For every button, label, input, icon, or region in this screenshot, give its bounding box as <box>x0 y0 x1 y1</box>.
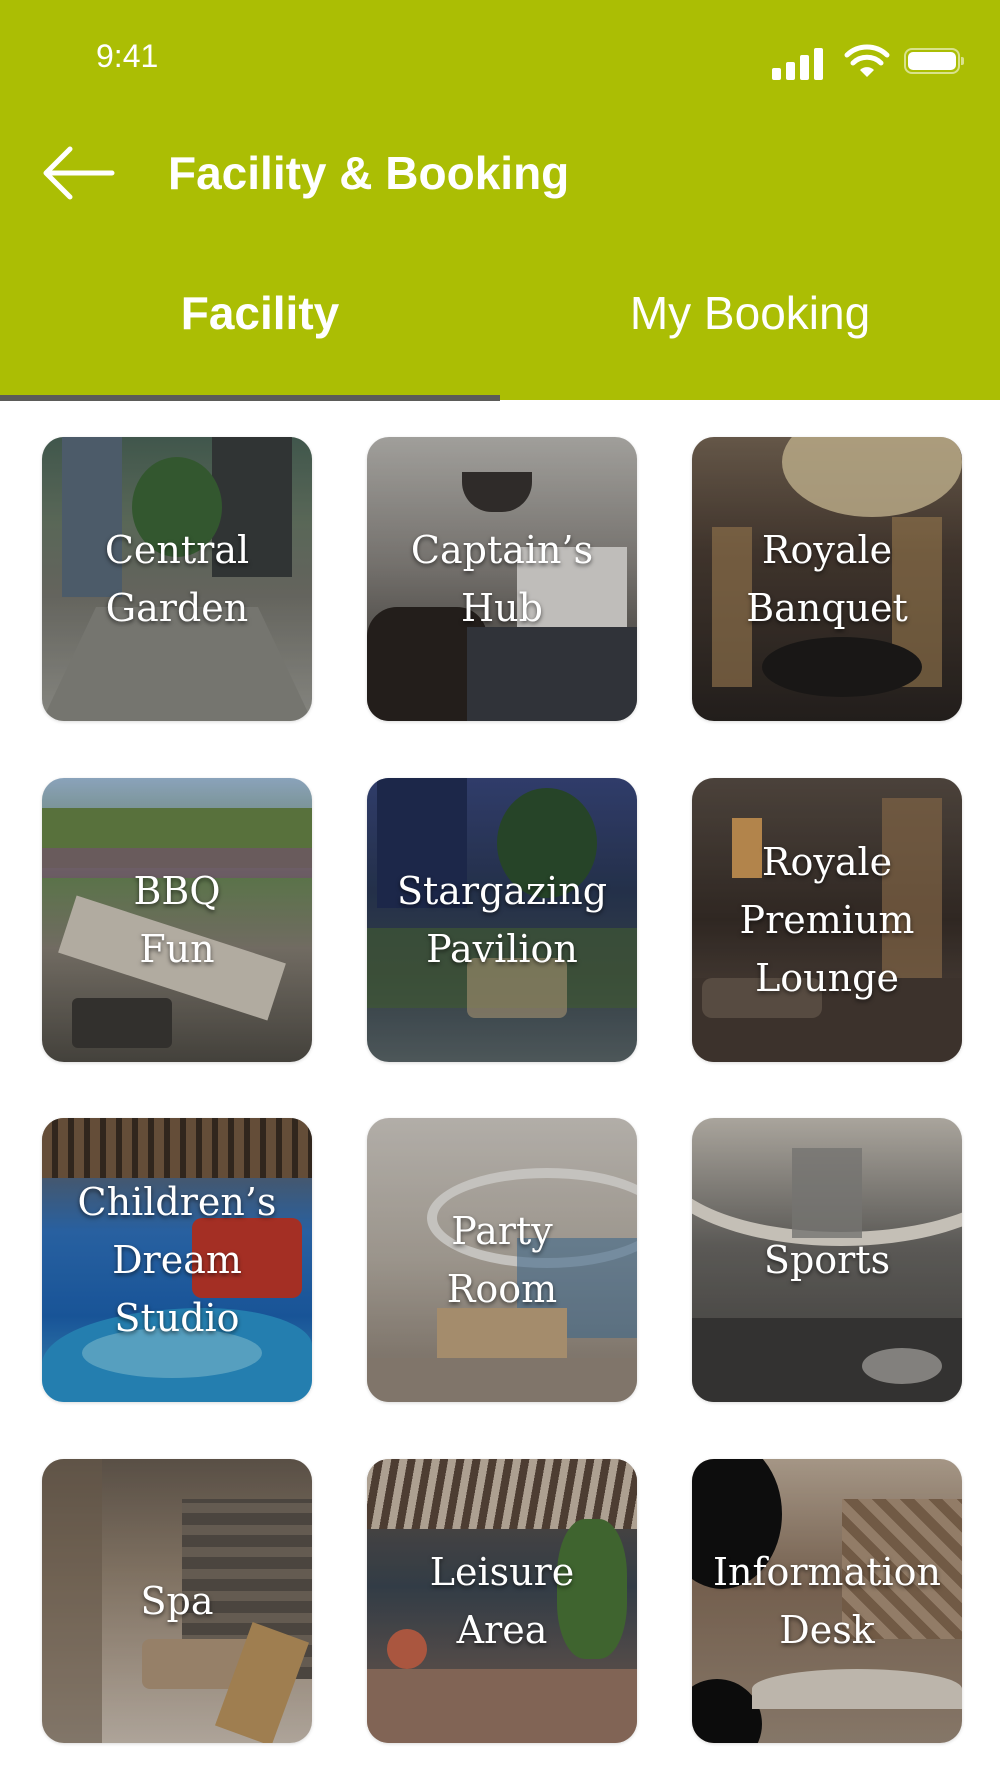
facility-label: BBQ Fun <box>133 869 221 971</box>
back-button[interactable] <box>40 145 116 201</box>
facility-tile-leisure-area[interactable]: Leisure Area <box>367 1459 637 1743</box>
page-title: Facility & Booking <box>168 147 570 199</box>
facility-tile-childrens-dream-studio[interactable]: Children’s Dream Studio <box>42 1118 312 1402</box>
header: 9:41 Facility & Booking Facility My Book… <box>0 0 1000 400</box>
tab-facility[interactable]: Facility <box>80 286 440 356</box>
facility-tile-sports[interactable]: Sports <box>692 1118 962 1402</box>
facility-label: Children’s Dream Studio <box>77 1180 277 1340</box>
facility-label: Royale Premium Lounge <box>739 840 915 1000</box>
facility-label: Sports <box>763 1238 891 1282</box>
facility-label: Spa <box>140 1579 214 1623</box>
facility-tile-royale-premium-lounge[interactable]: Royale Premium Lounge <box>692 778 962 1062</box>
battery-icon <box>904 48 964 74</box>
wifi-icon <box>844 44 890 77</box>
facility-label: Central Garden <box>104 528 250 630</box>
facility-label: Royale Banquet <box>746 528 908 630</box>
facility-label: Information Desk <box>712 1550 942 1652</box>
facility-tile-spa[interactable]: Spa <box>42 1459 312 1743</box>
facility-grid: Central Garden Captain’s Hub Royale Banq… <box>0 400 1000 1778</box>
tab-bar: Facility My Booking <box>0 262 1000 400</box>
cellular-signal-icon <box>772 44 828 80</box>
status-bar: 9:41 <box>0 0 1000 110</box>
facility-tile-party-room[interactable]: Party Room <box>367 1118 637 1402</box>
facility-label: Party Room <box>446 1209 558 1311</box>
facility-tile-information-desk[interactable]: Information Desk <box>692 1459 962 1743</box>
facility-tile-stargazing-pavilion[interactable]: Stargazing Pavilion <box>367 778 637 1062</box>
facility-tile-captains-hub[interactable]: Captain’s Hub <box>367 437 637 721</box>
facility-label: Captain’s Hub <box>410 528 594 630</box>
status-time: 9:41 <box>96 38 159 74</box>
facility-label: Stargazing Pavilion <box>396 869 608 971</box>
facility-tile-bbq-fun[interactable]: BBQ Fun <box>42 778 312 1062</box>
facility-tile-central-garden[interactable]: Central Garden <box>42 437 312 721</box>
status-icons <box>760 44 964 84</box>
back-arrow-icon <box>43 146 115 200</box>
tab-my-booking[interactable]: My Booking <box>560 286 940 356</box>
facility-tile-royale-banquet[interactable]: Royale Banquet <box>692 437 962 721</box>
facility-booking-screen: 9:41 Facility & Booking Facility My Book… <box>0 0 1000 1778</box>
facility-label: Leisure Area <box>429 1550 575 1652</box>
